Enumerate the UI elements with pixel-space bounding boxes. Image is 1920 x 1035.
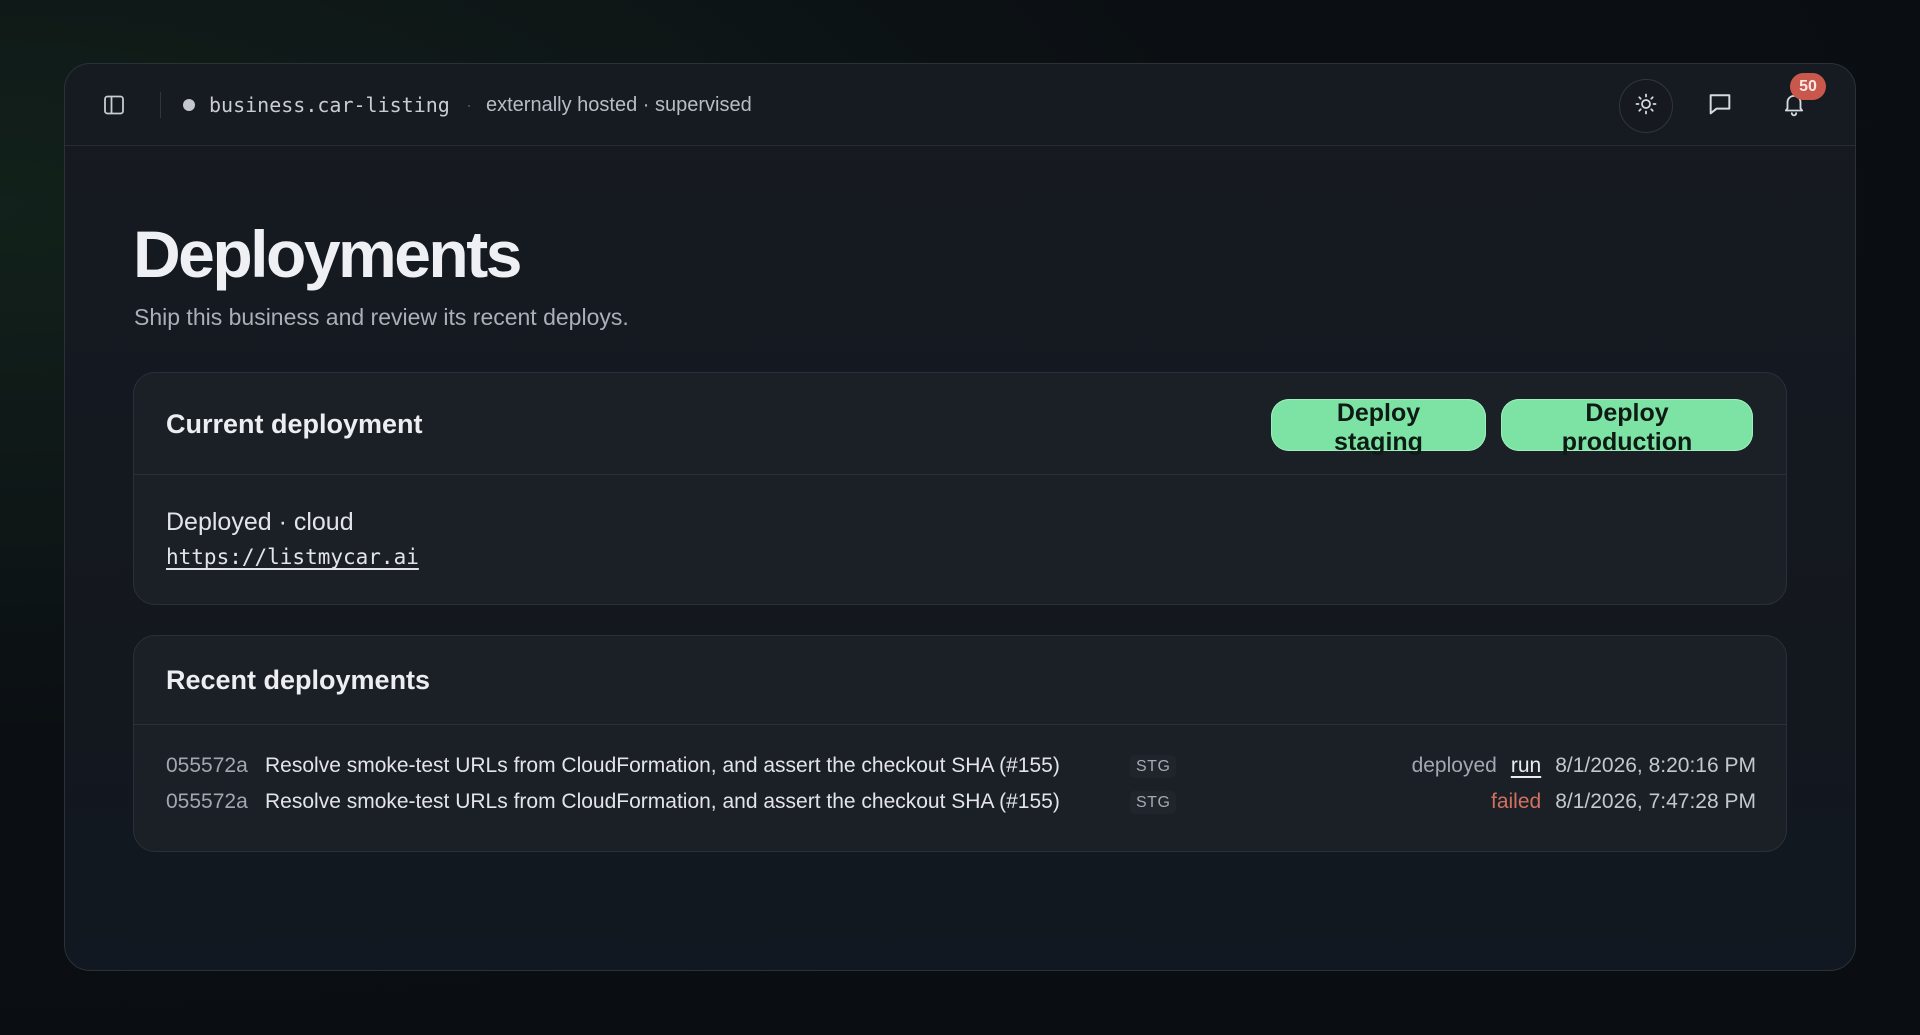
- chat-bubble-icon: [1706, 90, 1734, 123]
- deploy-production-button[interactable]: Deploy production: [1501, 399, 1753, 456]
- commit-message: Resolve smoke-test URLs from CloudFormat…: [265, 754, 1060, 777]
- current-deployment-header: Current deployment Deploy staging Deploy…: [134, 373, 1786, 475]
- run-link[interactable]: run: [1511, 750, 1541, 782]
- page-title: Deployments: [133, 217, 522, 291]
- table-row: 055572a Resolve smoke-test URLs from Clo…: [166, 750, 1756, 782]
- recent-deployments-title: Recent deployments: [166, 665, 431, 695]
- row-meta: deployed run 8/1/2026, 8:20:16 PM: [1412, 750, 1756, 782]
- commit-message: Resolve smoke-test URLs from CloudFormat…: [265, 790, 1060, 813]
- sidebar-toggle-icon[interactable]: [102, 93, 126, 117]
- topbar-divider: [160, 92, 161, 118]
- sun-icon: [1634, 92, 1658, 121]
- deploy-staging-button[interactable]: Deploy staging: [1271, 399, 1486, 456]
- deployment-status: Deployed · cloud: [166, 508, 354, 536]
- commit-sha: 055572a: [166, 754, 248, 777]
- current-deployment-title: Current deployment: [166, 409, 423, 439]
- recent-deployments-header: Recent deployments: [134, 636, 1786, 725]
- current-deployment-card: Current deployment Deploy staging Deploy…: [133, 372, 1787, 605]
- app-window: business.car-listing · externally hosted…: [64, 63, 1856, 971]
- deployment-url-link[interactable]: https://listmycar.ai: [166, 543, 419, 571]
- chat-button[interactable]: [1693, 79, 1747, 133]
- theme-toggle-button[interactable]: [1619, 79, 1673, 133]
- deploy-timestamp: 8/1/2026, 8:20:16 PM: [1555, 754, 1756, 777]
- status-dot: [183, 99, 195, 111]
- topbar-separator: ·: [466, 95, 472, 115]
- row-meta: failed 8/1/2026, 7:47:28 PM: [1491, 786, 1756, 818]
- business-name: business.car-listing: [209, 93, 450, 117]
- hosting-mode: externally hosted · supervised: [486, 94, 752, 116]
- recent-deployments-card: Recent deployments 055572a Resolve smoke…: [133, 635, 1787, 852]
- deploy-timestamp: 8/1/2026, 7:47:28 PM: [1555, 790, 1756, 813]
- page-subtitle: Ship this business and review its recent…: [134, 304, 629, 330]
- deploy-state: failed: [1490, 790, 1542, 813]
- env-badge: STG: [1130, 791, 1177, 814]
- table-row: 055572a Resolve smoke-test URLs from Clo…: [166, 786, 1756, 818]
- env-badge: STG: [1130, 755, 1177, 778]
- deploy-state: deployed: [1411, 754, 1497, 777]
- notification-count-badge: 50: [1790, 73, 1826, 100]
- top-bar: business.car-listing · externally hosted…: [65, 64, 1855, 146]
- commit-sha: 055572a: [166, 790, 248, 813]
